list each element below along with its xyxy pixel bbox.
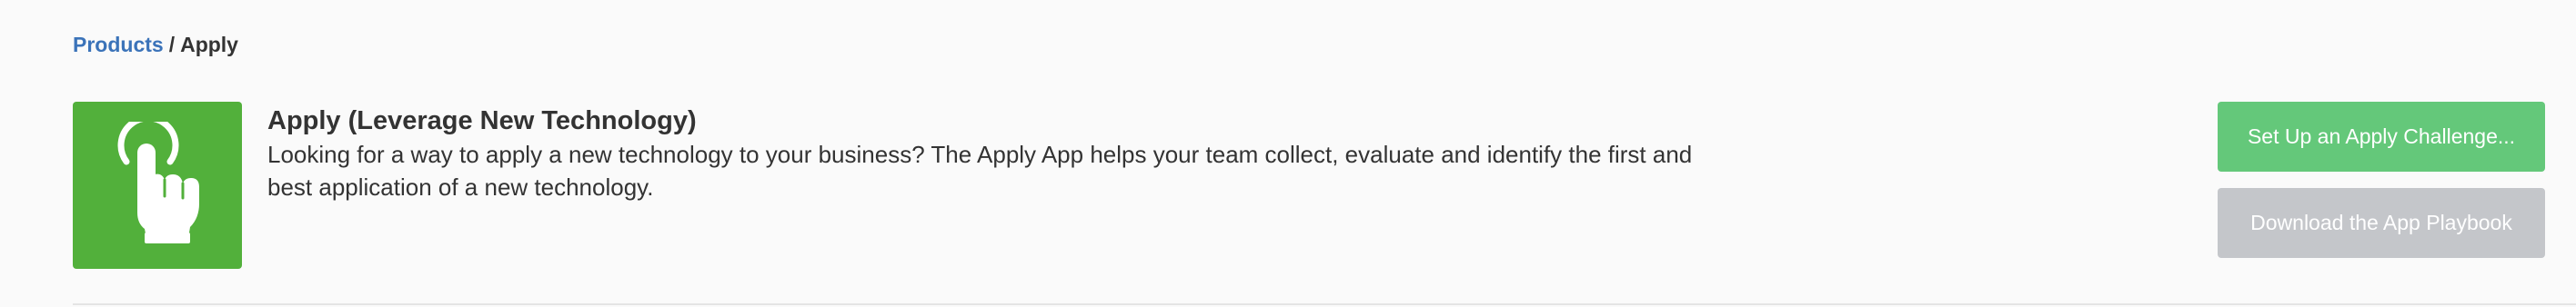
setup-challenge-button[interactable]: Set Up an Apply Challenge...	[2218, 102, 2545, 172]
app-tile	[73, 102, 242, 269]
breadcrumb-link-products[interactable]: Products	[73, 33, 164, 56]
breadcrumb-current: Apply	[180, 33, 238, 56]
divider	[73, 303, 2576, 305]
breadcrumb: Products / Apply	[73, 29, 238, 60]
breadcrumb-separator: /	[168, 33, 176, 56]
tap-hand-icon	[110, 114, 205, 250]
app-title: Apply (Leverage New Technology)	[267, 106, 697, 135]
app-description: Looking for a way to apply a new technol…	[267, 141, 1693, 201]
download-playbook-button[interactable]: Download the App Playbook	[2218, 188, 2545, 258]
